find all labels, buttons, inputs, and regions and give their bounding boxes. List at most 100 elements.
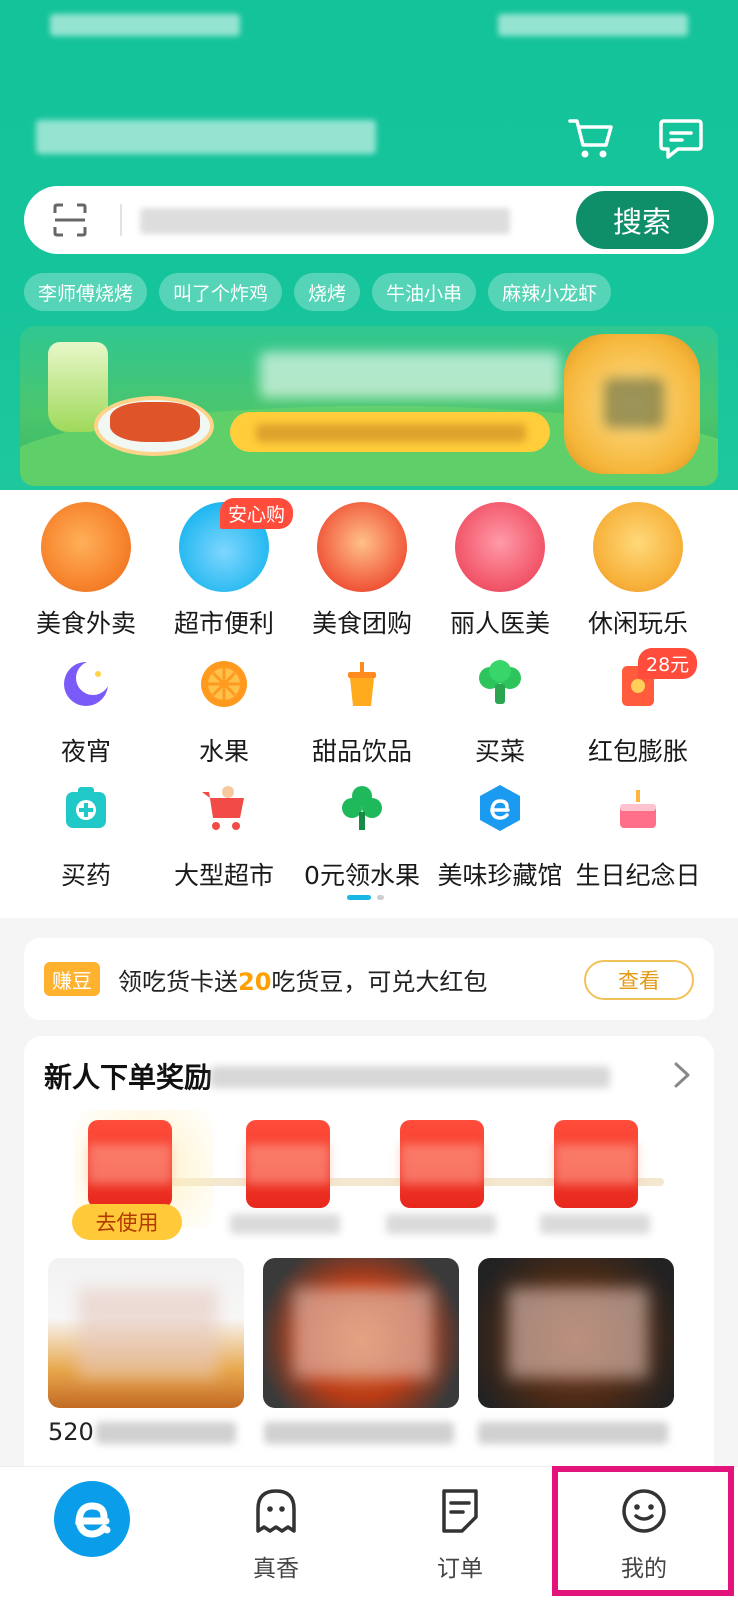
search-suggestion-blurred <box>140 208 510 234</box>
category-group-buy[interactable]: 美食团购 <box>292 502 432 640</box>
category-label: 生日纪念日 <box>575 861 701 890</box>
tree-icon <box>342 786 382 830</box>
category-grid: 美食外卖 安心购 超市便利 美食团购 丽人医美 休闲玩乐 夜宵 水果 甜品饮品 … <box>0 490 738 918</box>
broccoli-icon <box>479 660 521 704</box>
newcomer-reward-card: 新人下单奖励 去使用 520 <box>24 1036 714 1506</box>
food-item-label: 520 <box>48 1418 94 1446</box>
location-address-blurred[interactable] <box>36 120 376 154</box>
nav-zhenxiang[interactable]: 真香 <box>184 1467 368 1600</box>
banner-crayfish-image <box>110 402 200 442</box>
category-beauty[interactable]: 丽人医美 <box>430 502 570 640</box>
banner-coin-text-blurred <box>604 378 664 428</box>
chevron-right-icon[interactable] <box>670 1060 694 1090</box>
reward-step-label-blurred <box>386 1214 496 1234</box>
annotation-highlight-box <box>552 1466 734 1596</box>
message-icon[interactable] <box>656 113 706 163</box>
category-pager <box>347 895 384 900</box>
bean-text-after: 吃货豆，可兑大红包 <box>271 968 488 996</box>
medicine-box-icon <box>66 787 106 828</box>
category-label: 大型超市 <box>173 861 274 890</box>
category-label: 美味珍藏馆 <box>437 861 563 890</box>
shopping-cart-icon <box>202 786 244 830</box>
category-collection[interactable]: 美味珍藏馆 <box>430 782 570 892</box>
status-bar <box>50 12 688 40</box>
search-divider <box>120 204 122 236</box>
bean-promo-card[interactable]: 赚豆 领吃货卡送20吃货豆，可兑大红包 查看 <box>24 938 714 1020</box>
gift-box-icon <box>593 502 683 592</box>
promo-banner[interactable] <box>20 326 718 486</box>
drumstick-icon <box>41 502 131 592</box>
order-doc-icon <box>442 1489 478 1533</box>
cake-icon <box>620 790 656 828</box>
newcomer-title: 新人下单奖励 <box>44 1061 213 1094</box>
category-hypermarket[interactable]: 大型超市 <box>154 782 294 892</box>
hot-tag[interactable]: 烧烤 <box>294 273 361 311</box>
lady-icon <box>455 502 545 592</box>
cart-icon[interactable] <box>566 113 616 163</box>
food-item-image[interactable] <box>263 1258 459 1408</box>
banner-title-blurred <box>260 352 560 398</box>
category-label: 美食外卖 <box>35 609 136 638</box>
nav-orders[interactable]: 订单 <box>368 1467 552 1600</box>
nav-label: 真香 <box>253 1556 299 1582</box>
category-supermarket[interactable]: 安心购 超市便利 <box>154 498 294 640</box>
bean-promo-text: 领吃货卡送20吃货豆，可兑大红包 <box>118 962 487 997</box>
header: 搜索 李师傅烧烤 叫了个炸鸡 烧烤 牛油小串 麻辣小龙虾 <box>0 0 738 490</box>
search-bar: 搜索 <box>24 186 714 254</box>
food-item-image[interactable] <box>48 1258 244 1408</box>
hot-tag[interactable]: 麻辣小龙虾 <box>488 273 612 311</box>
category-label: 水果 <box>198 737 249 766</box>
bean-number: 20 <box>238 968 272 996</box>
category-badge: 28元 <box>638 648 698 679</box>
bean-badge: 赚豆 <box>44 962 100 996</box>
category-medicine[interactable]: 买药 <box>16 782 156 892</box>
category-label: 夜宵 <box>60 737 111 766</box>
reward-amount-blurred <box>554 1144 638 1184</box>
category-leisure[interactable]: 休闲玩乐 <box>568 502 708 640</box>
category-fruit[interactable]: 水果 <box>154 658 294 768</box>
category-desserts-drinks[interactable]: 甜品饮品 <box>292 658 432 768</box>
scan-icon[interactable] <box>52 202 88 238</box>
category-badge: 安心购 <box>220 498 294 529</box>
hot-tag[interactable]: 李师傅烧烤 <box>24 273 148 311</box>
bean-text-before: 领吃货卡送 <box>118 968 238 996</box>
category-red-packet[interactable]: 28元 红包膨胀 <box>568 648 708 768</box>
hot-tag[interactable]: 叫了个炸鸡 <box>159 273 283 311</box>
category-birthday[interactable]: 生日纪念日 <box>568 782 708 892</box>
newcomer-subtitle-blurred <box>210 1066 610 1088</box>
category-groceries[interactable]: 买菜 <box>430 658 570 768</box>
category-food-delivery[interactable]: 美食外卖 <box>16 502 156 640</box>
category-label: 休闲玩乐 <box>587 609 688 638</box>
drink-cup-icon <box>348 662 376 706</box>
eleme-logo-icon <box>54 1481 130 1557</box>
banner-cta-text-blurred <box>256 424 526 442</box>
reward-step-label-blurred <box>540 1214 650 1234</box>
category-late-night[interactable]: 夜宵 <box>16 658 156 768</box>
category-label: 美食团购 <box>311 609 412 638</box>
orange-icon <box>201 661 247 707</box>
category-label: 超市便利 <box>173 609 274 638</box>
fork-ticket-icon <box>317 502 407 592</box>
food-image-blurred <box>508 1288 648 1378</box>
food-image-blurred <box>293 1288 433 1378</box>
hot-tag[interactable]: 牛油小串 <box>372 273 477 311</box>
food-item-label-blurred <box>96 1422 236 1444</box>
reward-amount-blurred <box>88 1144 172 1184</box>
hot-search-tags: 李师傅烧烤 叫了个炸鸡 烧烤 牛油小串 麻辣小龙虾 <box>24 273 612 311</box>
use-reward-button[interactable]: 去使用 <box>72 1204 182 1240</box>
bean-view-button[interactable]: 查看 <box>584 960 694 1000</box>
reward-amount-blurred <box>246 1144 330 1184</box>
food-item-label-blurred <box>264 1422 454 1444</box>
category-free-fruit[interactable]: 0元领水果 <box>292 782 432 892</box>
search-button[interactable]: 搜索 <box>576 191 708 249</box>
e-badge-icon <box>480 785 520 831</box>
category-label: 红包膨胀 <box>587 737 688 766</box>
category-label: 丽人医美 <box>449 609 550 638</box>
food-item-image[interactable] <box>478 1258 674 1408</box>
status-bar-left-blurred <box>50 14 240 36</box>
moon-icon <box>64 661 110 706</box>
category-label: 甜品饮品 <box>311 737 412 766</box>
status-bar-right-blurred <box>498 14 688 36</box>
pager-dot-active <box>347 895 371 900</box>
nav-home[interactable] <box>0 1467 184 1600</box>
